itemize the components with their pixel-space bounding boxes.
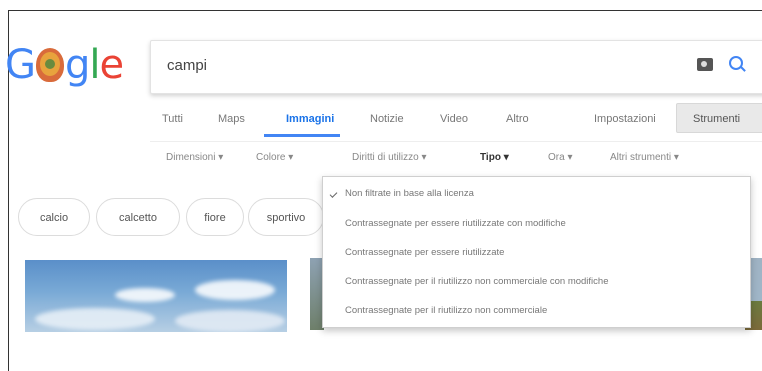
logo-letter-g2: g — [65, 42, 90, 88]
google-logo[interactable]: G g l e — [5, 40, 125, 90]
logo-letter-l: l — [89, 42, 100, 88]
chip-calcio[interactable]: calcio — [18, 198, 90, 236]
tabs-divider — [150, 141, 762, 142]
filter-time[interactable]: Ora ▾ — [548, 152, 572, 163]
usage-option-noncommercial-with-modification[interactable]: Contrassegnate per il riutilizzo non com… — [345, 276, 608, 287]
tab-maps[interactable]: Maps — [218, 113, 245, 125]
chip-sportivo[interactable]: sportivo — [248, 198, 324, 236]
search-icon[interactable] — [729, 56, 743, 70]
settings-link[interactable]: Impostazioni — [594, 113, 656, 125]
chip-fiore[interactable]: fiore — [186, 198, 244, 236]
tab-news[interactable]: Notizie — [370, 113, 404, 125]
check-icon — [329, 190, 338, 198]
image-result-sky[interactable] — [25, 260, 287, 332]
filter-type[interactable]: Tipo ▾ — [480, 152, 509, 163]
search-input[interactable]: campi — [167, 57, 207, 74]
tab-more[interactable]: Altro — [506, 113, 529, 125]
filter-usage-rights[interactable]: Diritti di utilizzo ▾ — [352, 152, 426, 163]
chip-calcetto[interactable]: calcetto — [96, 198, 180, 236]
usage-option-reuse-with-modification[interactable]: Contrassegnate per essere riutilizzate c… — [345, 218, 566, 229]
filter-color[interactable]: Colore ▾ — [256, 152, 293, 163]
active-tab-indicator — [264, 134, 340, 137]
logo-letter-e: e — [99, 42, 125, 88]
tab-images[interactable]: Immagini — [286, 113, 334, 125]
filter-more-tools[interactable]: Altri strumenti ▾ — [610, 152, 679, 163]
usage-option-noncommercial[interactable]: Contrassegnate per il riutilizzo non com… — [345, 305, 547, 316]
logo-letter-g: G — [5, 42, 36, 88]
usage-rights-dropdown: Non filtrate in base alla licenza Contra… — [322, 176, 751, 328]
tab-all[interactable]: Tutti — [162, 113, 183, 125]
tools-button[interactable]: Strumenti — [676, 103, 762, 133]
usage-option-not-filtered[interactable]: Non filtrate in base alla licenza — [345, 188, 474, 199]
usage-option-reuse[interactable]: Contrassegnate per essere riutilizzate — [345, 247, 504, 258]
camera-icon[interactable] — [697, 58, 713, 71]
tab-video[interactable]: Video — [440, 113, 468, 125]
doodle-icon — [36, 48, 64, 82]
search-box[interactable]: campi — [150, 40, 762, 94]
filter-size[interactable]: Dimensioni ▾ — [166, 152, 223, 163]
